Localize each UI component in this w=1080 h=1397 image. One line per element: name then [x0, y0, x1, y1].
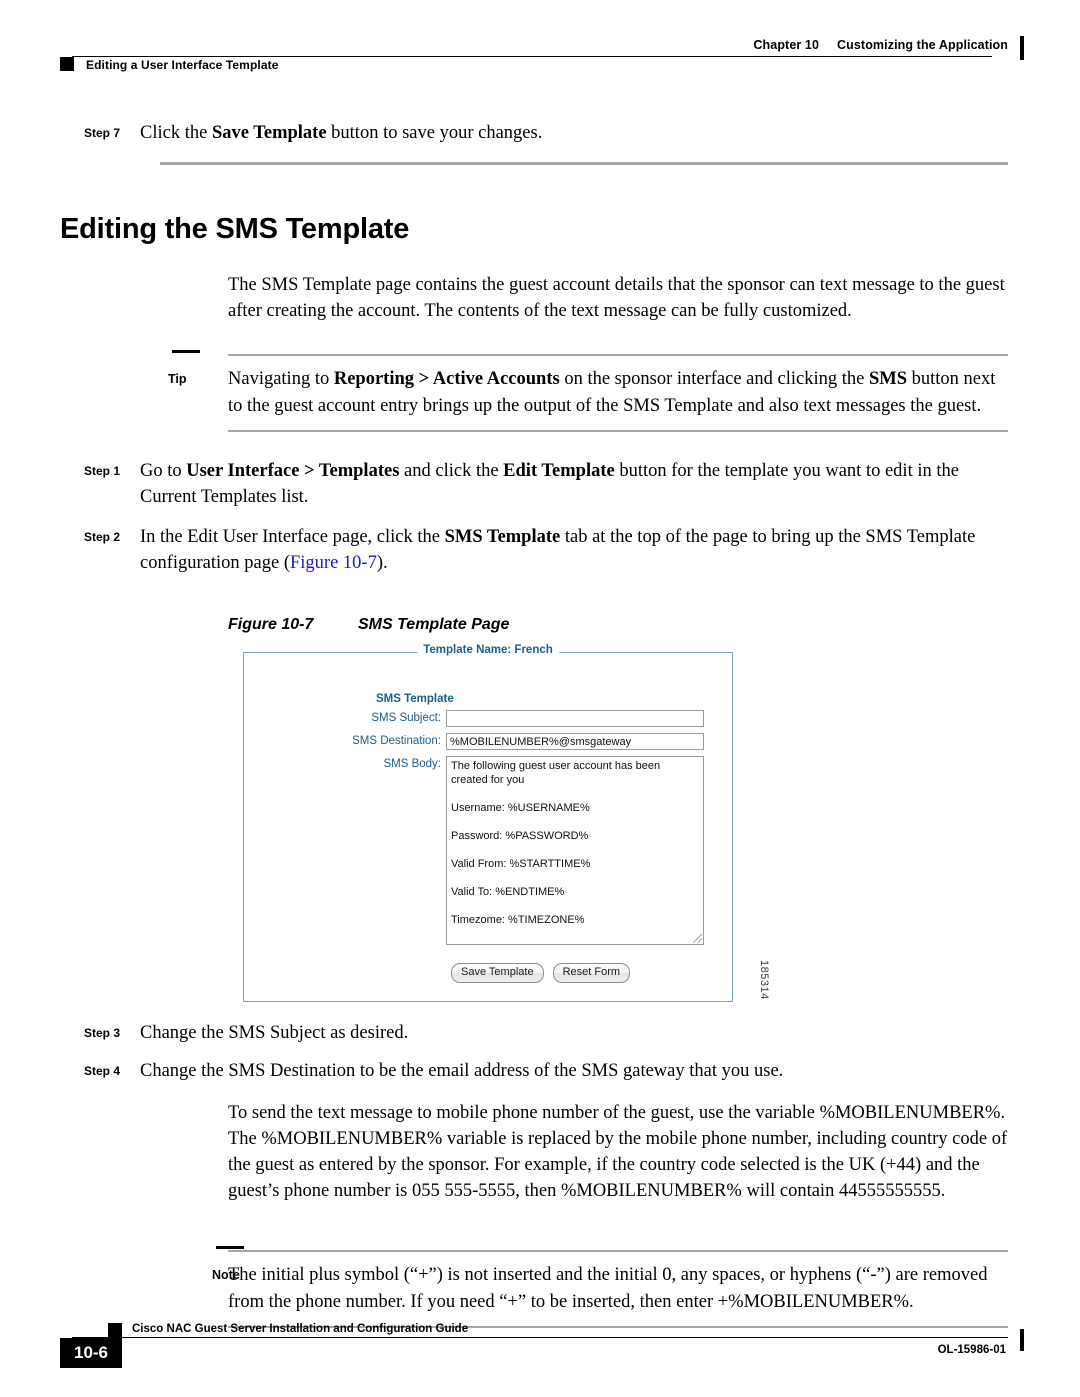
- figure-artwork-id: 185314: [758, 960, 770, 1000]
- footer-page-number: 10-6: [60, 1338, 122, 1368]
- footer-square-marker-icon: [108, 1323, 122, 1337]
- step-row: Step 4 Change the SMS Destination to be …: [72, 1058, 1008, 1084]
- step-row: Step 2 In the Edit User Interface page, …: [72, 524, 1008, 576]
- step-text: Click the Save Template button to save y…: [140, 123, 543, 143]
- header-chapter-number: Chapter 10: [753, 38, 820, 52]
- note-tick-marker-icon: [216, 1246, 244, 1249]
- sms-body-label: SMS Body:: [383, 758, 441, 770]
- save-template-button[interactable]: Save Template: [451, 963, 544, 983]
- footer-guide-title: Cisco NAC Guest Server Installation and …: [132, 1323, 469, 1335]
- footer-right-tick: [1020, 1329, 1024, 1351]
- sms-template-form: Template Name: French SMS Template SMS S…: [243, 644, 733, 1002]
- mobile-number-paragraph: To send the text message to mobile phone…: [228, 1103, 1008, 1201]
- figure-artwork: Template Name: French SMS Template SMS S…: [243, 644, 770, 1002]
- header-chapter-title: Customizing the Application: [837, 38, 1008, 52]
- sms-subject-input[interactable]: [446, 710, 704, 727]
- sms-template-group-heading: SMS Template: [376, 693, 454, 705]
- template-name-legend: Template Name: French: [417, 644, 559, 656]
- header-section-title: Editing a User Interface Template: [86, 58, 279, 72]
- intro-paragraph: The SMS Template page contains the guest…: [228, 275, 1005, 321]
- figure-title: SMS Template Page: [358, 616, 510, 633]
- page-header: Chapter 10 Customizing the Application Ed…: [0, 0, 1080, 90]
- sms-subject-label: SMS Subject:: [371, 712, 441, 724]
- note-label: Note: [212, 1268, 240, 1282]
- step-label: Step 7: [83, 126, 120, 140]
- step-text: Go to User Interface > Templates and cli…: [140, 461, 959, 507]
- footer-rule: [72, 1337, 1008, 1338]
- reset-form-button[interactable]: Reset Form: [552, 963, 631, 983]
- step-label: Step 4: [83, 1064, 120, 1078]
- tip-rule-bottom: [228, 430, 1008, 432]
- note-rule-top: [228, 1250, 1008, 1252]
- page-title: Editing the SMS Template: [60, 213, 410, 245]
- sms-body-textarea[interactable]: The following guest user account has bee…: [446, 756, 704, 945]
- tip-text: Navigating to Reporting > Active Account…: [228, 369, 996, 416]
- tip-tick-marker-icon: [172, 350, 200, 353]
- sms-destination-label: SMS Destination:: [352, 735, 441, 747]
- sms-body-text: The following guest user account has bee…: [451, 760, 661, 926]
- form-row-sms-subject: SMS Subject:: [258, 710, 718, 727]
- step-text: Change the SMS Destination to be the ema…: [140, 1061, 784, 1081]
- page-footer: Cisco NAC Guest Server Installation and …: [0, 1305, 1080, 1369]
- figure-caption: Figure 10-7 SMS Template Page: [228, 616, 1080, 634]
- form-button-bar: Save Template Reset Form: [451, 963, 718, 983]
- form-row-sms-destination: SMS Destination: %MOBILENUMBER%@smsgatew…: [258, 733, 718, 750]
- header-rule: [72, 56, 992, 57]
- figure-number: Figure 10-7: [228, 616, 314, 633]
- form-row-sms-body: SMS Body: The following guest user accou…: [258, 756, 718, 945]
- sms-destination-input[interactable]: %MOBILENUMBER%@smsgateway: [446, 733, 704, 750]
- tip-rule-top: [228, 354, 1008, 356]
- step-text: In the Edit User Interface page, click t…: [140, 527, 976, 573]
- header-chapter: Chapter 10 Customizing the Application: [753, 38, 1008, 52]
- step-text: Change the SMS Subject as desired.: [140, 1023, 409, 1043]
- step-label: Step 2: [83, 530, 120, 544]
- header-square-marker-icon: [60, 57, 74, 71]
- tip-label: Tip: [168, 372, 187, 386]
- tip-admonition: Tip Navigating to Reporting > Active Acc…: [0, 350, 1080, 432]
- section-divider: [160, 162, 1008, 165]
- step-row: Step 3 Change the SMS Subject as desired…: [72, 1020, 1008, 1046]
- header-right-tick: [1020, 36, 1024, 60]
- step-label: Step 3: [83, 1026, 120, 1040]
- footer-doc-id: OL-15986-01: [937, 1344, 1006, 1356]
- step-row: Step 7 Click the Save Template button to…: [72, 120, 1008, 146]
- step-label: Step 1: [83, 464, 120, 478]
- page-content: Step 7 Click the Save Template button to…: [0, 120, 1080, 1328]
- step-row: Step 1 Go to User Interface > Templates …: [72, 458, 1008, 510]
- textarea-resize-grip-icon[interactable]: [693, 934, 702, 943]
